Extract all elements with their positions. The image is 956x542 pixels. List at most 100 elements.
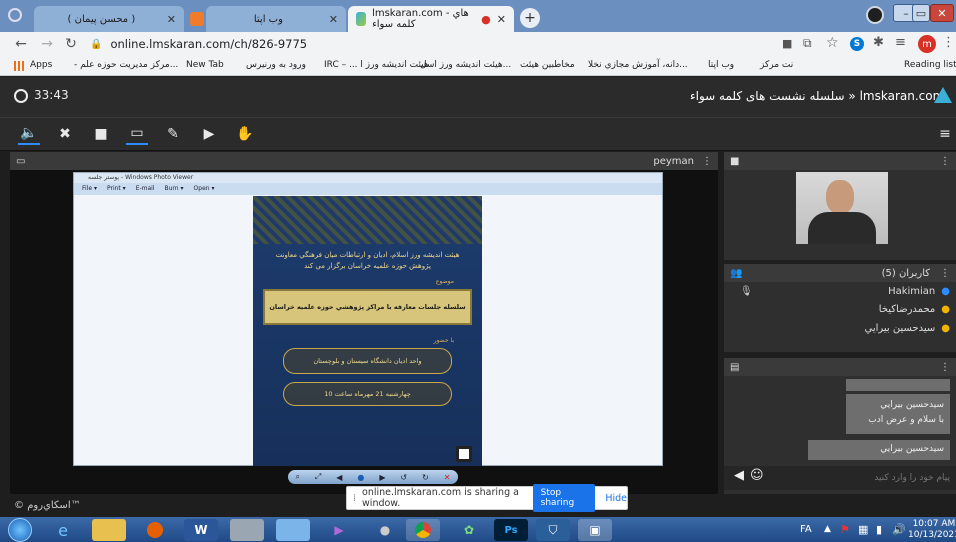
raise-hand-icon[interactable]: ✋ xyxy=(234,123,256,145)
start-button[interactable] xyxy=(8,518,32,542)
maximize-button[interactable]: ▭ xyxy=(912,4,930,22)
bookmark-star-icon[interactable]: ☆ xyxy=(826,35,839,51)
share-notification-bar: ⁞ online.lmskaran.com is sharing a windo… xyxy=(346,484,628,512)
lmskaran-favicon xyxy=(356,12,367,26)
bookmark-irc[interactable]: IRC – ... هيئت انديشه ورز ا xyxy=(324,60,429,70)
mic-muted-icon[interactable]: ✖ xyxy=(54,123,76,145)
viewer-menu-burn[interactable]: Burn ▾ xyxy=(165,183,184,195)
viewer-menu-open[interactable]: Open ▾ xyxy=(194,183,215,195)
delete-icon[interactable]: ✕ xyxy=(444,473,451,482)
photoshop-icon[interactable]: Ps xyxy=(494,519,528,541)
stop-sharing-button[interactable]: Stop sharing xyxy=(532,484,596,512)
bookmark-dane[interactable]: دانه، آموزش مجازي نخلا... xyxy=(588,60,688,70)
panel-menu-dots-icon[interactable]: ⋮ xyxy=(940,268,950,279)
translate-icon[interactable]: ⧉ xyxy=(803,36,812,51)
forward-arrow-icon[interactable]: → xyxy=(38,36,56,52)
pen-icon[interactable]: ✎ xyxy=(162,123,184,145)
reading-list-button[interactable]: Reading list xyxy=(904,60,956,70)
extensions-puzzle-icon[interactable]: ✱ xyxy=(873,35,884,50)
hamburger-menu-icon[interactable]: ≡ xyxy=(934,123,956,145)
reload-icon[interactable]: ↻ xyxy=(62,36,80,52)
tab-lmskaran[interactable]: lmskaran.com - هاي كلمه سواء ● ✕ xyxy=(348,6,514,32)
url-text: online.lmskaran.com/ch/826-9775 xyxy=(110,37,308,51)
tab-mohsen-peyman[interactable]: ( محسن پيمان ) ✕ xyxy=(34,6,184,32)
tab-web-apta[interactable]: وب اپتا ✕ xyxy=(206,6,346,32)
viewer-menu-print[interactable]: Print ▾ xyxy=(107,183,126,195)
close-window-button[interactable]: ✕ xyxy=(930,4,954,22)
skype-extension-icon[interactable]: S xyxy=(850,37,864,51)
chrome-icon[interactable] xyxy=(406,519,440,541)
input-language[interactable]: FA xyxy=(800,524,812,535)
network-icon[interactable]: ▦ xyxy=(858,523,868,536)
playlist-icon[interactable]: ≡ xyxy=(895,35,906,50)
user-item[interactable]: 🎙 Hakimian ● xyxy=(740,283,950,299)
tab-title: lmskaran.com - هاي كلمه سواء xyxy=(372,8,469,30)
shield-icon[interactable]: ⛉ xyxy=(536,519,570,541)
notes-icon[interactable] xyxy=(276,519,310,541)
word-icon[interactable]: W xyxy=(184,519,218,541)
next-icon[interactable]: ▶ xyxy=(379,473,385,482)
photo-viewer-taskbar-icon[interactable]: ▣ xyxy=(578,519,612,541)
user-item[interactable]: سيدحسين بيرايي ● xyxy=(740,320,950,336)
bookmark-hawza[interactable]: - مركز مديريت حوزه علم... xyxy=(74,60,178,70)
show-hidden-icons[interactable]: ▲ xyxy=(824,524,831,534)
file-explorer-icon[interactable] xyxy=(92,519,126,541)
poster-topic: سلسله جلسات معارفه با مراكز پژوهشي حوزه … xyxy=(269,303,466,311)
bookmark-webapta[interactable]: وب اپتا xyxy=(708,60,734,70)
zoom-icon[interactable]: ⌕ xyxy=(295,472,299,482)
slideshow-icon[interactable]: ● xyxy=(357,473,364,482)
bookmark-netmarkaz[interactable]: نت مركز xyxy=(760,60,793,70)
bookmark-hayat[interactable]: هيئت انديشه ورز اسل... xyxy=(420,60,511,70)
firefox-icon[interactable] xyxy=(138,519,172,541)
fit-icon[interactable]: ⤢ xyxy=(315,472,321,482)
screen-share-icon[interactable]: ▭ xyxy=(126,123,148,145)
emoji-icon[interactable]: ☺ xyxy=(750,468,764,483)
video-camera-icon[interactable]: ■ xyxy=(90,123,112,145)
rotate-right-icon[interactable]: ↻ xyxy=(422,473,429,482)
address-bar[interactable]: 🔒 online.lmskaran.com/ch/826-9775 xyxy=(90,34,770,54)
user-icon: ● xyxy=(941,303,950,315)
panel-menu-dots-icon[interactable]: ⋮ xyxy=(940,362,950,373)
chat-bubble-icon: ▤ xyxy=(730,361,740,373)
panel-menu-dots-icon[interactable]: ⋮ xyxy=(702,156,712,167)
chrome-menu-dots-icon[interactable]: ⋮ xyxy=(942,35,955,50)
prev-icon[interactable]: ◀ xyxy=(336,473,342,482)
tab-search-icon[interactable] xyxy=(866,6,884,24)
flag-icon[interactable]: ⚑ xyxy=(840,523,850,536)
camera-icon[interactable]: ■ xyxy=(782,37,792,50)
chrome-menu-icon[interactable] xyxy=(8,8,22,22)
speaker-icon[interactable]: 🔈 xyxy=(18,123,40,145)
app-icon[interactable]: ✿ xyxy=(452,519,486,541)
presenter-webcam xyxy=(796,172,888,244)
bookmark-wordpress[interactable]: ورود به ورنيرس xyxy=(246,60,306,70)
bookmark-apps[interactable]: Apps xyxy=(30,60,52,70)
battery-icon[interactable]: ▮ xyxy=(876,523,882,536)
send-arrow-icon[interactable]: ◀ xyxy=(734,468,744,483)
close-icon[interactable]: ✕ xyxy=(167,13,176,26)
apps-grid-icon[interactable] xyxy=(14,61,24,71)
bookmark-mokhatabin[interactable]: مخاطبين هيئت xyxy=(520,60,575,70)
user-item[interactable]: محمدرضاكيخا ● xyxy=(740,301,950,317)
hide-button[interactable]: Hide xyxy=(605,493,627,504)
play-icon[interactable]: ▶ xyxy=(198,123,220,145)
profile-avatar[interactable]: m xyxy=(918,35,936,53)
close-icon[interactable]: ✕ xyxy=(329,13,338,26)
drag-handle-icon[interactable]: ⁞ xyxy=(353,493,356,504)
viewer-menu-email[interactable]: E-mail xyxy=(136,183,155,195)
calculator-icon[interactable] xyxy=(230,519,264,541)
chat-sender: سيدحسين بيرايي xyxy=(880,400,944,410)
system-clock[interactable]: 10:07 AM 10/13/2021 xyxy=(908,519,956,541)
rotate-left-icon[interactable]: ↺ xyxy=(400,473,407,482)
media-player-icon[interactable]: ▶ xyxy=(322,519,356,541)
internet-explorer-icon[interactable]: e xyxy=(46,519,80,541)
volume-icon[interactable]: 🔊 xyxy=(892,523,906,536)
chat-input[interactable] xyxy=(770,468,950,488)
people-icon[interactable]: ● xyxy=(368,519,402,541)
chat-message xyxy=(846,379,950,391)
bookmark-newtab[interactable]: New Tab xyxy=(186,60,224,70)
back-arrow-icon[interactable]: ← xyxy=(12,36,30,52)
close-icon[interactable]: ✕ xyxy=(497,13,506,26)
panel-menu-dots-icon[interactable]: ⋮ xyxy=(940,156,950,167)
viewer-menu-file[interactable]: File ▾ xyxy=(82,183,97,195)
new-tab-button[interactable]: + xyxy=(520,8,540,28)
